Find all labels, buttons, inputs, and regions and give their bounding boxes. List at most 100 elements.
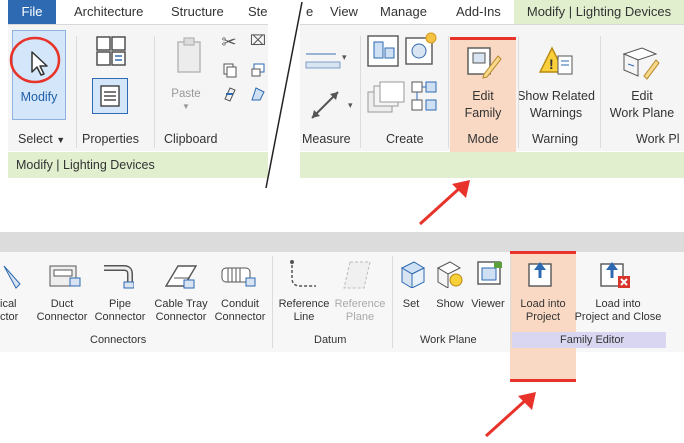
context-bar <box>300 152 684 178</box>
conduit-connector-button[interactable]: Conduit Connector <box>210 298 270 324</box>
duct-connector-label-1: Duct <box>50 298 74 310</box>
bottom-ribbon: ical ctor Duct Connector Pipe Connector … <box>0 232 684 382</box>
viewer-icon[interactable] <box>476 260 504 288</box>
tab-view[interactable]: View <box>330 0 358 24</box>
load-into-project-label-1: Load into <box>520 298 566 310</box>
edit-family-button[interactable]: Edit Family <box>450 88 516 122</box>
svg-text:▾: ▾ <box>342 52 347 62</box>
reference-line-label-2: Line <box>293 311 315 323</box>
group-separator <box>448 36 449 148</box>
edit-family-label-1: Edit <box>472 89 494 103</box>
cable-tray-connector-label-2: Connector <box>155 311 207 323</box>
create-group-icon[interactable] <box>364 80 408 120</box>
paste-icon[interactable] <box>174 36 204 76</box>
group-work-plane: Work Plane <box>420 334 477 346</box>
conduit-connector-icon[interactable] <box>220 260 256 292</box>
reference-plane-button[interactable]: Reference Plane <box>330 298 390 324</box>
file-tab[interactable]: File <box>8 0 56 24</box>
show-related-warnings-button[interactable]: Show Related Warnings <box>510 88 602 122</box>
group-separator <box>510 256 511 348</box>
paste-dropdown-icon[interactable]: ▼ <box>180 102 192 111</box>
cable-tray-connector-icon[interactable] <box>164 260 198 292</box>
select-menu[interactable]: Select ▼ <box>18 132 65 146</box>
load-into-project-and-close-icon[interactable] <box>598 258 632 290</box>
conduit-connector-label-2: Connector <box>214 311 266 323</box>
create-family-icon[interactable] <box>404 30 438 68</box>
load-into-project-button[interactable]: Load into Project <box>510 298 576 324</box>
tab-add-ins[interactable]: Add-Ins <box>456 0 501 24</box>
load-into-project-icon[interactable] <box>526 258 556 290</box>
select-label: Select <box>18 132 53 146</box>
electrical-connector-icon[interactable] <box>2 262 24 292</box>
measure-between-icon[interactable]: ▾ <box>308 86 356 122</box>
context-bar-label: Modify | Lighting Devices <box>16 158 155 172</box>
group-connectors: Connectors <box>90 334 147 346</box>
group-properties: Properties <box>82 132 139 146</box>
tab-structure[interactable]: Structure <box>171 0 224 24</box>
copy-icon[interactable] <box>222 62 238 78</box>
group-clipboard: Clipboard <box>164 132 218 146</box>
pipe-connector-button[interactable]: Pipe Connector <box>90 298 150 324</box>
pointer-arrow-icon <box>484 392 536 438</box>
cable-tray-connector-label-1: Cable Tray <box>154 298 208 310</box>
svg-text:▾: ▾ <box>348 100 353 110</box>
load-into-project-and-close-button[interactable]: Load into Project and Close <box>570 298 666 324</box>
group-separator <box>518 36 519 148</box>
match-properties-icon[interactable] <box>222 84 238 102</box>
type-properties-icon[interactable] <box>94 34 128 68</box>
load-project-highlight-bottom-line <box>510 379 576 382</box>
group-datum: Datum <box>314 334 347 346</box>
edit-work-plane-icon[interactable] <box>622 44 660 80</box>
show-button[interactable]: Show <box>432 298 468 311</box>
tab-architecture[interactable]: Architecture <box>74 0 143 24</box>
load-into-project-label-2: Project <box>525 311 561 323</box>
show-work-plane-icon[interactable] <box>436 260 464 288</box>
electrical-connector-button[interactable]: ical ctor <box>0 298 30 324</box>
group-separator <box>600 36 601 148</box>
group-measure: Measure <box>302 132 351 146</box>
edit-work-plane-button[interactable]: Edit Work Plane <box>602 88 682 122</box>
warning-icon[interactable]: ! <box>538 44 576 78</box>
duct-connector-icon[interactable] <box>48 260 82 292</box>
show-related-label-1: Show Related <box>517 89 595 103</box>
reference-plane-label-2: Plane <box>345 311 375 323</box>
select-dropdown-icon: ▼ <box>56 135 66 145</box>
group-warning: Warning <box>532 132 579 146</box>
group-separator <box>392 256 393 348</box>
modify-highlight-circle <box>9 36 61 84</box>
reference-line-icon[interactable] <box>288 258 320 292</box>
set-work-plane-icon[interactable] <box>400 260 426 288</box>
reference-line-label-1: Reference <box>278 298 330 310</box>
pointer-arrow-icon <box>418 180 470 226</box>
duct-connector-button[interactable]: Duct Connector <box>30 298 94 324</box>
cable-tray-connector-button[interactable]: Cable Tray Connector <box>148 298 214 324</box>
tab-view-partial[interactable]: e <box>306 0 313 24</box>
measure-aligned-icon[interactable]: ▾ <box>304 48 348 76</box>
group-separator <box>272 256 273 348</box>
tab-strip <box>0 232 684 252</box>
load-into-project-and-close-label-2: Project and Close <box>574 311 662 323</box>
top-right-ribbon: e View Manage Add-Ins Modify | Lighting … <box>300 0 684 178</box>
pipe-connector-icon[interactable] <box>100 260 134 292</box>
viewer-button[interactable]: Viewer <box>468 298 508 311</box>
electrical-connector-label-1: ical <box>0 298 17 310</box>
reference-line-button[interactable]: Reference Line <box>274 298 334 324</box>
create-similar-icon[interactable] <box>366 34 400 68</box>
show-related-label-2: Warnings <box>529 106 583 120</box>
set-button[interactable]: Set <box>396 298 426 311</box>
duct-connector-label-2: Connector <box>36 311 88 323</box>
top-left-ribbon: File Architecture Structure Ste Modify P… <box>8 0 268 178</box>
svg-text:!: ! <box>549 56 554 72</box>
tab-modify-lighting-devices[interactable]: Modify | Lighting Devices <box>514 0 684 24</box>
mode-highlight-top-line <box>450 37 516 40</box>
tab-manage[interactable]: Manage <box>380 0 427 24</box>
load-into-project-and-close-label-1: Load into <box>595 298 641 310</box>
edit-family-icon[interactable] <box>464 44 502 80</box>
cut-icon[interactable]: ✂ <box>220 32 238 53</box>
conduit-connector-label-1: Conduit <box>221 298 259 310</box>
reference-plane-icon[interactable] <box>342 258 374 292</box>
create-parts-icon[interactable] <box>410 80 440 116</box>
group-separator <box>76 36 77 148</box>
group-create: Create <box>386 132 424 146</box>
group-family-editor: Family Editor <box>560 334 625 346</box>
